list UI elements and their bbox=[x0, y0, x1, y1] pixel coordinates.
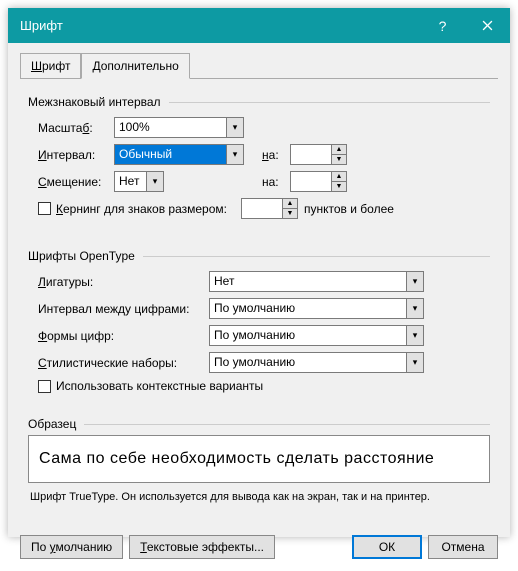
scale-combo[interactable]: 100% ▾ bbox=[114, 117, 244, 138]
group-spacing: Межзнаковый интервал Масштаб: 100% ▾ Инт… bbox=[20, 89, 498, 233]
contextual-checkbox[interactable]: Использовать контекстные варианты bbox=[38, 379, 263, 393]
chevron-down-icon: ▾ bbox=[406, 326, 423, 345]
chevron-down-icon: ▾ bbox=[406, 299, 423, 318]
chevron-up-icon[interactable]: ▲ bbox=[332, 145, 346, 155]
ligatures-combo[interactable]: Нет ▾ bbox=[209, 271, 424, 292]
numspacing-label: Интервал между цифрами: bbox=[38, 302, 203, 316]
tab-bar: Шрифт Дополнительно bbox=[20, 53, 498, 79]
numspacing-combo[interactable]: По умолчанию ▾ bbox=[209, 298, 424, 319]
kerning-suffix: пунктов и более bbox=[304, 202, 394, 216]
chevron-down-icon: ▾ bbox=[406, 272, 423, 291]
scale-label: Масштаб: bbox=[38, 121, 108, 135]
spacing-legend: Межзнаковый интервал bbox=[28, 95, 161, 109]
tab-advanced[interactable]: Дополнительно bbox=[81, 53, 189, 79]
chevron-down-icon[interactable]: ▼ bbox=[332, 182, 346, 191]
chevron-down-icon: ▾ bbox=[406, 353, 423, 372]
chevron-down-icon: ▾ bbox=[226, 145, 243, 164]
tab-font[interactable]: Шрифт bbox=[20, 53, 81, 79]
default-button[interactable]: По умолчанию bbox=[20, 535, 123, 559]
interval-by-label: на: bbox=[262, 148, 284, 162]
group-opentype: Шрифты OpenType Лигатуры: Нет ▾ Интервал… bbox=[20, 243, 498, 407]
interval-label: Интервал: bbox=[38, 148, 108, 162]
stylistic-combo[interactable]: По умолчанию ▾ bbox=[209, 352, 424, 373]
offset-by-label: на: bbox=[262, 175, 284, 189]
titlebar: Шрифт ? bbox=[8, 8, 510, 43]
chevron-up-icon[interactable]: ▲ bbox=[283, 199, 297, 209]
kerning-label: Кернинг для знаков размером: bbox=[56, 202, 227, 216]
opentype-legend: Шрифты OpenType bbox=[28, 249, 135, 263]
window-title: Шрифт bbox=[20, 18, 420, 33]
contextual-label: Использовать контекстные варианты bbox=[56, 379, 263, 393]
offset-by-spinner[interactable]: ▲▼ bbox=[290, 171, 347, 192]
kerning-checkbox[interactable]: Кернинг для знаков размером: bbox=[38, 202, 227, 216]
checkbox-box bbox=[38, 380, 51, 393]
chevron-down-icon: ▾ bbox=[146, 172, 163, 191]
numforms-label: Формы цифр: bbox=[38, 329, 203, 343]
dialog-footer: По умолчанию Текстовые эффекты... ОК Отм… bbox=[8, 527, 510, 571]
numforms-combo[interactable]: По умолчанию ▾ bbox=[209, 325, 424, 346]
checkbox-box bbox=[38, 202, 51, 215]
ligatures-label: Лигатуры: bbox=[38, 275, 203, 289]
interval-by-spinner[interactable]: ▲▼ bbox=[290, 144, 347, 165]
chevron-down-icon[interactable]: ▼ bbox=[332, 155, 346, 164]
sample-preview: Сама по себе необходимость сделать расст… bbox=[28, 435, 490, 483]
stylistic-label: Стилистические наборы: bbox=[38, 356, 203, 370]
ok-button[interactable]: ОК bbox=[352, 535, 422, 559]
close-button[interactable] bbox=[465, 8, 510, 43]
text-effects-button[interactable]: Текстовые эффекты... bbox=[129, 535, 275, 559]
chevron-down-icon: ▾ bbox=[226, 118, 243, 137]
help-button[interactable]: ? bbox=[420, 8, 465, 43]
cancel-button[interactable]: Отмена bbox=[428, 535, 498, 559]
interval-combo[interactable]: Обычный ▾ bbox=[114, 144, 244, 165]
offset-label: Смещение: bbox=[38, 175, 108, 189]
group-sample: Образец Сама по себе необходимость сдела… bbox=[20, 411, 498, 519]
offset-combo[interactable]: Нет ▾ bbox=[114, 171, 164, 192]
close-icon bbox=[482, 20, 493, 31]
dialog-content: Шрифт Дополнительно Межзнаковый интервал… bbox=[8, 43, 510, 527]
chevron-up-icon[interactable]: ▲ bbox=[332, 172, 346, 182]
sample-legend: Образец bbox=[28, 417, 76, 431]
kerning-spinner[interactable]: ▲▼ bbox=[241, 198, 298, 219]
sample-description: Шрифт TrueType. Он используется для выво… bbox=[30, 491, 488, 503]
font-dialog: Шрифт ? Шрифт Дополнительно Межзнаковый … bbox=[8, 8, 510, 537]
chevron-down-icon[interactable]: ▼ bbox=[283, 209, 297, 218]
